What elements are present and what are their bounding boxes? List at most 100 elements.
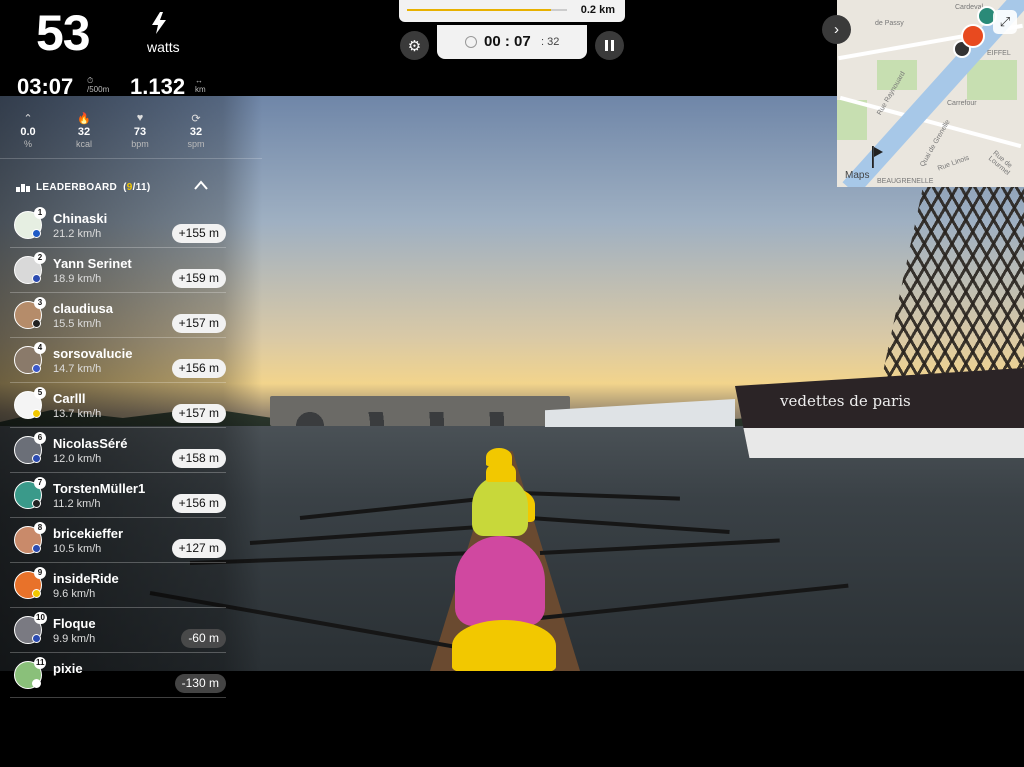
- route-progress-fill: [407, 9, 551, 11]
- rider-speed: 9.6 km/h: [53, 588, 96, 600]
- stat-heart-rate: ♥ 73 bpm: [120, 112, 160, 149]
- rower-helmet: [486, 448, 512, 466]
- gap-badge: +158 m: [171, 449, 226, 468]
- map-label: Rue de Lourmel: [986, 149, 1014, 177]
- gap-badge: +127 m: [171, 539, 226, 558]
- rider-speed: 21.2 km/h: [53, 228, 102, 240]
- country-flag-icon: [32, 679, 41, 688]
- country-flag-icon: [32, 454, 41, 463]
- gap-badge: +156 m: [171, 494, 226, 513]
- rider-name: TorstenMüller1: [53, 481, 146, 496]
- incline-icon: ⌃: [23, 113, 33, 125]
- leaderboard-row[interactable]: 10 Floque 9.9 km/h -60 m: [10, 608, 226, 653]
- rider-name: Floque: [53, 616, 96, 631]
- power-unit: watts: [147, 39, 180, 55]
- leaderboard-row[interactable]: 2 Yann Serinet 18.9 km/h +159 m: [10, 248, 226, 293]
- map-label: Quai de Grenelle: [919, 118, 952, 169]
- country-flag-icon: [32, 544, 41, 553]
- flame-icon: 🔥: [77, 113, 91, 125]
- map-label: BEAUGRENELLE: [877, 178, 934, 185]
- expand-icon: ⤢: [999, 14, 1011, 29]
- leaderboard-header: LEADERBOARD (9/11): [16, 182, 151, 193]
- moored-boat: [735, 368, 1024, 458]
- toggle-map-button[interactable]: ›: [822, 15, 851, 44]
- rider-name: bricekieffer: [53, 526, 124, 541]
- rider-speed: 9.9 km/h: [53, 633, 96, 645]
- map-label: de Passy: [875, 20, 904, 27]
- leaderboard-list: 1 Chinaski 21.2 km/h +155 m 2 Yann Serin…: [10, 203, 226, 698]
- split-unit-icon: ⏱: [87, 76, 94, 85]
- rank-badge: 10: [34, 612, 47, 624]
- leaderboard-row[interactable]: 8 bricekieffer 10.5 km/h +127 m: [10, 518, 226, 563]
- leaderboard-position: (9/11): [123, 182, 151, 193]
- leaderboard-row[interactable]: 6 NicolasSéré 12.0 km/h +158 m: [10, 428, 226, 473]
- map-label: Rue Linois: [936, 154, 971, 173]
- leaderboard-row[interactable]: 4 sorsovalucie 14.7 km/h +156 m: [10, 338, 226, 383]
- split-unit: /500m: [87, 85, 110, 94]
- chevron-right-icon: ›: [834, 21, 839, 38]
- country-flag-icon: [32, 319, 41, 328]
- gap-badge: -60 m: [181, 629, 226, 648]
- rider-speed: 11.2 km/h: [53, 498, 101, 510]
- country-flag-icon: [32, 409, 41, 418]
- rider-name: sorsovalucie: [53, 346, 133, 361]
- leaderboard-row[interactable]: 7 TorstenMüller1 11.2 km/h +156 m: [10, 473, 226, 518]
- leaderboard-row[interactable]: 1 Chinaski 21.2 km/h +155 m: [10, 203, 226, 248]
- stat-calories: 🔥 32 kcal: [64, 112, 104, 149]
- pause-button[interactable]: [595, 31, 624, 60]
- gap-badge: +155 m: [171, 224, 226, 243]
- map-label: EIFFEL: [987, 50, 1011, 57]
- rider-name: insideRide: [53, 571, 119, 586]
- rider-speed: 10.5 km/h: [53, 543, 102, 555]
- maps-attribution: Maps: [845, 170, 870, 181]
- rank-badge: 4: [34, 342, 46, 354]
- finish-flag-icon: [872, 146, 883, 168]
- leaderboard-title: LEADERBOARD: [36, 182, 118, 193]
- route-progress: 0.2 km: [399, 0, 625, 22]
- distance-unit-icon: ↔: [195, 76, 203, 85]
- country-flag-icon: [32, 499, 41, 508]
- rank-badge: 7: [34, 477, 46, 489]
- leaderboard-row[interactable]: 3 claudiusa 15.5 km/h +157 m: [10, 293, 226, 338]
- clock-icon: [465, 36, 477, 48]
- country-flag-icon: [32, 229, 41, 238]
- tour-boat: [545, 399, 735, 427]
- eiffel-tower-structure: [880, 186, 1024, 386]
- collapse-leaderboard-button[interactable]: [194, 180, 208, 190]
- gap-badge: +157 m: [171, 314, 226, 333]
- cycle-icon: ⟳: [191, 113, 201, 125]
- rider-speed: 14.7 km/h: [53, 363, 102, 375]
- rider-name: Yann Serinet: [53, 256, 132, 271]
- rider-name: Chinaski: [53, 211, 108, 226]
- boat-name: vedettes de paris: [780, 392, 911, 410]
- settings-button[interactable]: ⚙: [400, 31, 429, 60]
- stat-stroke-rate: ⟳ 32 spm: [176, 112, 216, 149]
- rower: [472, 476, 528, 536]
- workout-timer: 00 : 07 : 32: [437, 25, 587, 59]
- rider-speed: 12.0 km/h: [53, 453, 102, 465]
- rank-badge: 2: [34, 252, 46, 264]
- rank-badge: 11: [34, 657, 47, 669]
- timer-main: 00 : 07: [484, 33, 531, 50]
- rower: [455, 536, 545, 626]
- divider: [0, 158, 262, 159]
- rank-badge: 8: [34, 522, 46, 534]
- rower-helmet: [452, 620, 556, 671]
- gap-badge: -130 m: [174, 674, 226, 693]
- leaderboard-row[interactable]: 9 insideRide 9.6 km/h: [10, 563, 226, 608]
- leaderboard-row[interactable]: 5 Carlll 13.7 km/h +157 m: [10, 383, 226, 428]
- leaderboard-row[interactable]: 11 pixie -130 m: [10, 653, 226, 698]
- rank-badge: 1: [34, 207, 46, 219]
- rider-name: claudiusa: [53, 301, 113, 316]
- rider-name: Carlll: [53, 391, 86, 406]
- map-label: Carrefour: [947, 100, 977, 107]
- stone-bridge: [270, 396, 570, 426]
- country-flag-icon: [32, 589, 41, 598]
- rank-badge: 5: [34, 387, 46, 399]
- distance-unit: km: [195, 85, 206, 94]
- rider-speed: 13.7 km/h: [53, 408, 102, 420]
- gap-badge: +157 m: [171, 404, 226, 423]
- expand-map-button[interactable]: ⤢: [993, 10, 1017, 34]
- current-position-marker: [961, 24, 985, 48]
- rider-speed: 18.9 km/h: [53, 273, 102, 285]
